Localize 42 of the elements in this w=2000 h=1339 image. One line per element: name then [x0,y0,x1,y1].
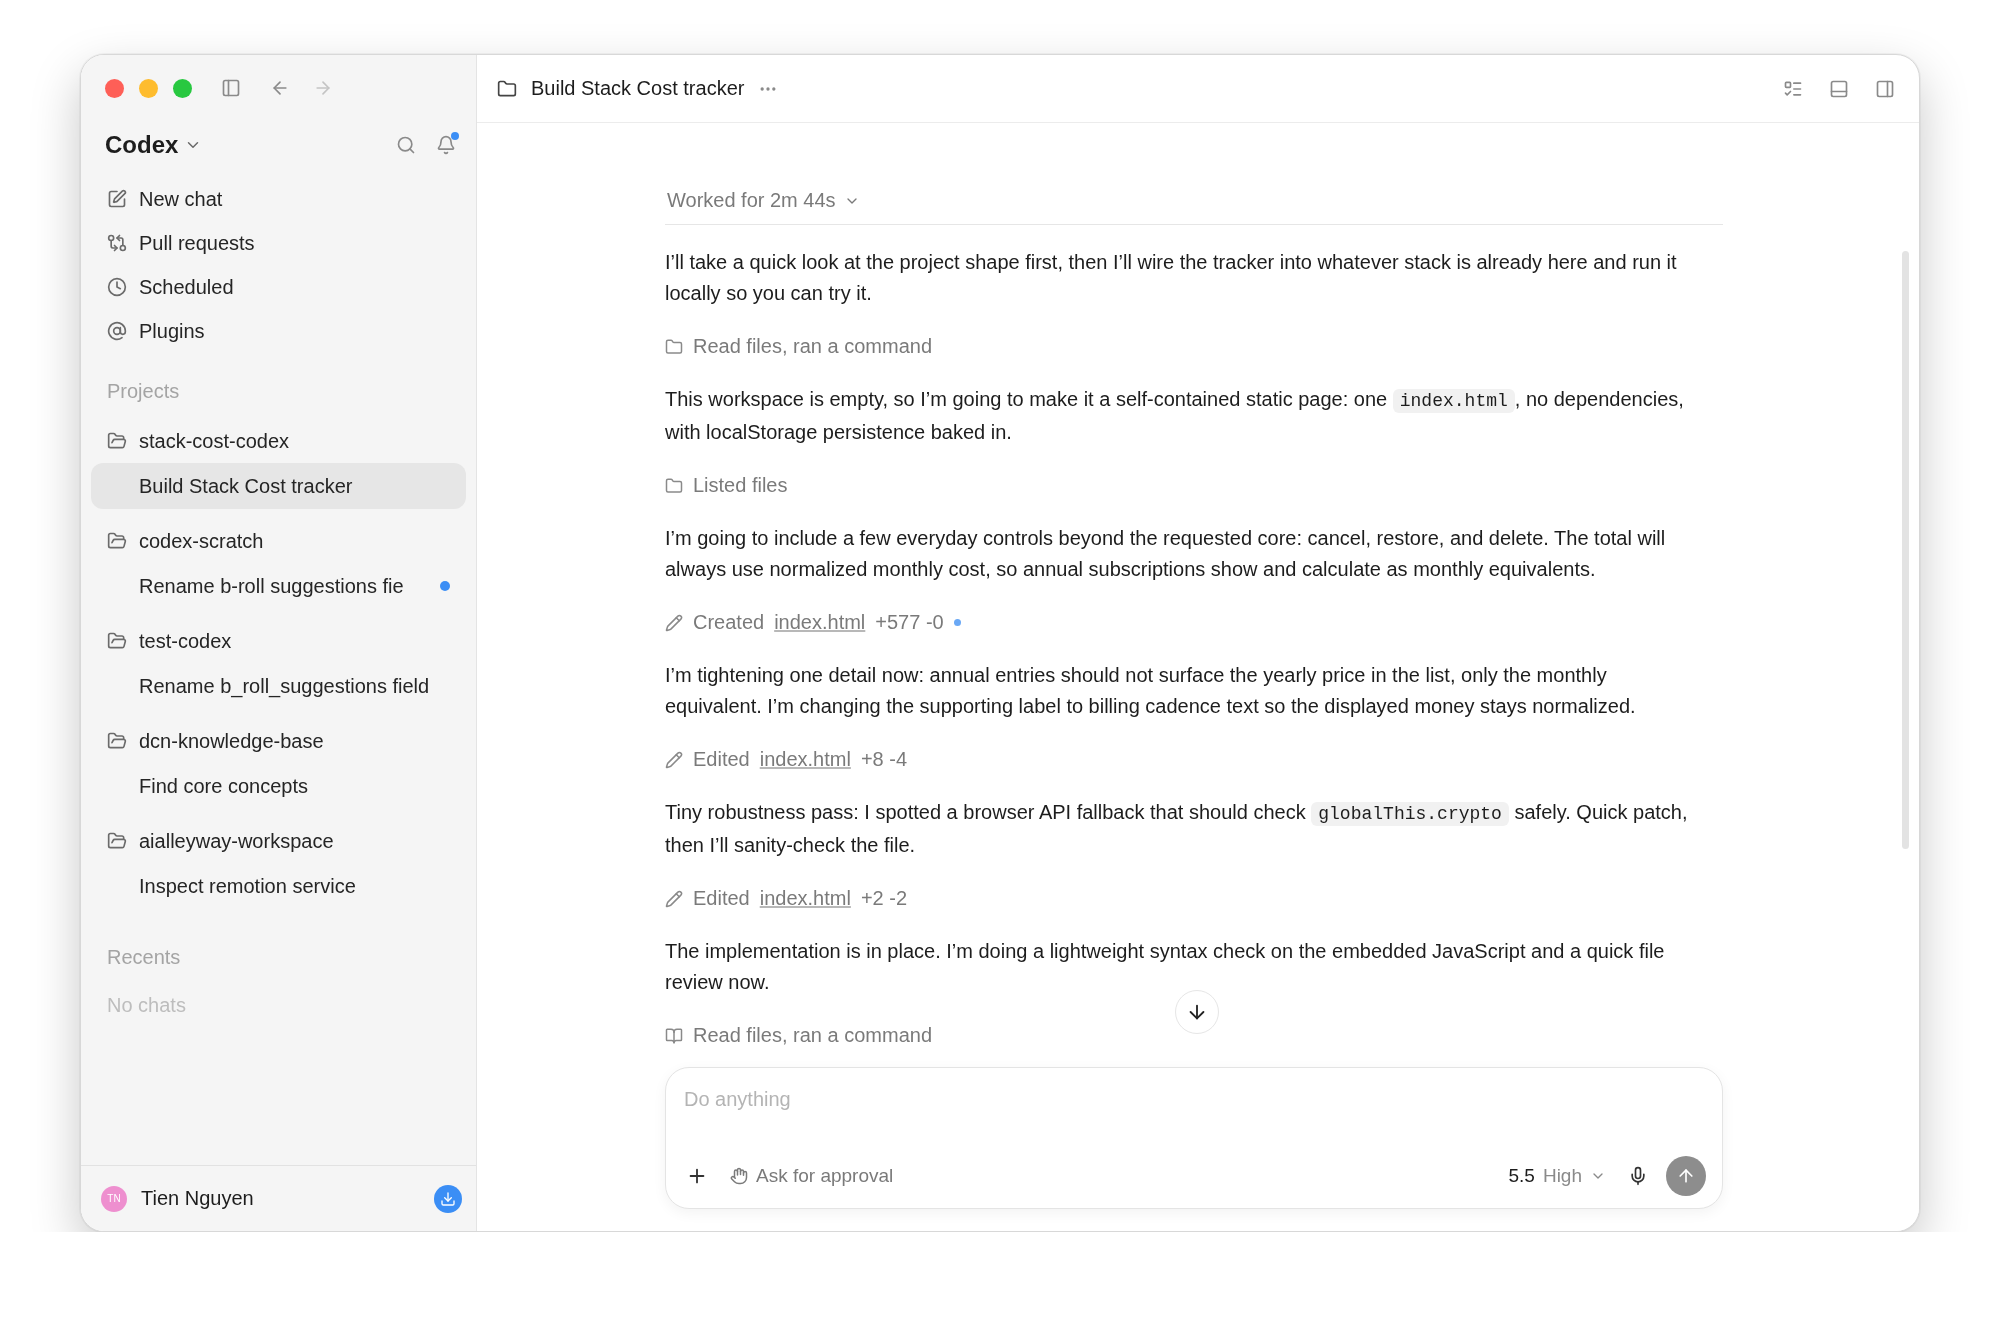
model-selector[interactable]: 5.5 High [1504,1161,1610,1191]
chat-item[interactable]: Build Stack Cost tracker [91,463,466,509]
project-item[interactable]: dcn-knowledge-base [91,719,466,763]
approval-button[interactable]: Ask for approval [726,1161,898,1191]
project-item[interactable]: test-codex [91,619,466,663]
project-item[interactable]: codex-scratch [91,519,466,563]
chat-item[interactable]: Rename b-roll suggestions fie [91,563,466,609]
assistant-message: I’m going to include a few everyday controls beyond the requested core: cancel, restore, and delete. The total will always use normalized monthly cost, so annual subscriptions show and calculate as monthly equivalents. [665,526,1667,582]
assistant-message: I’m tightening one detail now: annual entries should not surface the yearly price in the list, only the monthly equivalent. I’m changing the supporting label to billing cadence text so the displayed money stays normalized. [665,663,1637,719]
action-summary[interactable]: Listed files [693,474,788,497]
action-summary[interactable]: Edited [693,748,750,771]
nav-item[interactable]: Scheduled [91,265,466,309]
file-link[interactable]: index.html [774,611,866,634]
action-summary[interactable]: Created [693,611,765,634]
nav-item[interactable]: Pull requests [91,221,466,265]
action-summary[interactable]: Read files, ran a command [693,335,932,358]
diff-stats: +577 -0 [875,611,944,634]
message-input[interactable]: Do anything [682,1082,1706,1117]
section-label: Projects [106,378,181,404]
user-name: Tien Nguyen [141,1187,254,1210]
section-label: Recents [106,944,182,970]
assistant-message: The implementation is in place. I’m doing a lightweight syntax check on the embedded JavaScript and a quick file review now. [665,939,1666,995]
project-item[interactable]: aialleyway-workspace [91,819,466,863]
file-link[interactable]: index.html [759,748,851,771]
worked-duration-toggle[interactable]: Worked for 2m 44s [665,189,1723,225]
assistant-message: I’ll take a quick look at the project shape first, then I’ll wire the tracker into whatever stack is already here and run it locally so you can try it. [665,250,1678,306]
chat-item[interactable]: Rename b_roll_suggestions field [91,663,466,709]
file-link[interactable]: index.html [759,887,851,910]
assistant-message: This workspace is empty, so I’m going to make it a self-contained static page: one index.html , no dependencies, with localStorage persistence baked in. [665,387,1685,445]
action-summary[interactable]: Edited [693,887,750,910]
empty-state-text: No chats [106,992,187,1018]
chat-item[interactable]: Find core concepts [91,763,466,809]
project-item[interactable]: stack-cost-codex [91,419,466,463]
app-switcher[interactable]: Codex [105,131,203,159]
action-summary[interactable]: Read files, ran a command [693,1024,932,1047]
nav-item[interactable]: Plugins [91,309,466,353]
chat-title: Build Stack Cost tracker [531,77,745,100]
chat-item[interactable]: Inspect remotion service [91,863,466,909]
assistant-message: Tiny robustness pass: I spotted a browser API fallback that should check globalThis.crypto safely. Quick patch, then I’ll sanity-check the file. [665,800,1689,858]
diff-stats: +2 -2 [860,887,908,910]
nav-item[interactable]: New chat [91,177,466,221]
diff-stats: +8 -4 [860,748,908,771]
